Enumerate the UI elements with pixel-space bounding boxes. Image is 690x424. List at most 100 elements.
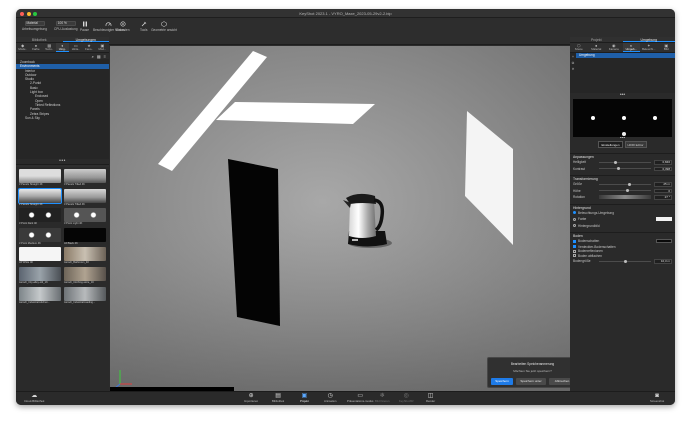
tab-backplates[interactable]: ▭ Hinte.. — [69, 43, 82, 52]
tab-environments[interactable]: ◐ Umg.. — [55, 43, 70, 52]
screenshot-button[interactable]: ◙ Screenshot — [650, 393, 664, 403]
checkbox-checked[interactable] — [573, 245, 576, 249]
cloud-library-button[interactable]: ☁ Cloud-Bibliothek — [24, 393, 44, 403]
environment-tree: Zoomback Environments Interior Outdoor S… — [16, 59, 109, 159]
thumb-item[interactable]: 3 Point Medium 4K — [19, 227, 61, 246]
thumb-item[interactable]: 3 Point Light 4K — [64, 208, 106, 226]
tools-button[interactable]: Tools — [140, 20, 147, 32]
geometry-view-button[interactable]: Geometrie ansicht — [151, 20, 177, 32]
slider-knob[interactable] — [614, 160, 618, 164]
snap-button[interactable]: Einrasten — [116, 20, 129, 32]
tab-image[interactable]: ▣ Bild — [658, 43, 676, 52]
size-slider[interactable] — [599, 182, 651, 186]
tab-material[interactable]: ● Material — [588, 43, 606, 52]
contrast-value[interactable]: 0,398 — [654, 166, 672, 171]
save-as-button[interactable]: Speichern unter — [516, 378, 546, 385]
thumb-item[interactable]: Aerodr_Bathroom_4K — [64, 247, 106, 265]
workgroup-select[interactable]: Material — [24, 21, 45, 26]
library-button[interactable]: ▤ Bibliothek — [272, 393, 284, 403]
delete-icon[interactable]: ✕ — [572, 67, 575, 71]
tab-more[interactable]: ▣ Mod... — [96, 43, 109, 52]
thumb-item[interactable]: Aerodr_Industrial-kitchen... — [19, 286, 61, 305]
header-tab-project[interactable]: Projekt — [570, 37, 623, 42]
contrast-row: Kontrast 0,398 — [570, 166, 675, 173]
thumb-item[interactable]: Aerodr_City-alley-old_1K — [19, 266, 61, 285]
hdri-editor-toggle[interactable]: HDRI Editor — [624, 141, 647, 148]
thumb-item[interactable]: Aerodr_Clothing-store_1K — [64, 266, 106, 285]
slider-knob[interactable] — [627, 182, 631, 186]
tab-textures[interactable]: ▦ Textu.. — [43, 43, 56, 52]
thumb-item[interactable]: 3 Point Dark 4K — [19, 208, 61, 226]
save-dialog: Bearbeiten Speicheranmerung Möchten Sie … — [487, 357, 578, 388]
background-option[interactable]: Hintergrundbild — [570, 223, 675, 230]
thumb-item[interactable]: All Black 4K — [64, 227, 106, 246]
render-button[interactable]: ◫ Render — [426, 393, 435, 403]
slider-knob[interactable] — [623, 259, 627, 263]
keyshotxr-button[interactable]: ◎ KeyShotXR — [399, 393, 413, 403]
thumb-caption: 3 Point Medium 4K — [19, 241, 41, 245]
height-slider[interactable] — [599, 189, 651, 193]
geometry-view-label: Geometrie ansicht — [151, 28, 177, 32]
checkbox-checked[interactable] — [573, 239, 576, 243]
tab-models[interactable]: ◆ Modu.. — [16, 43, 29, 52]
shadow-color-swatch[interactable] — [656, 239, 672, 244]
tab-environment[interactable]: ◐ Umgeb... — [622, 43, 640, 52]
checkbox[interactable] — [573, 254, 576, 258]
tree-item[interactable]: Sun & Sky — [16, 116, 109, 120]
project-button[interactable]: ▣ Projekt — [300, 393, 309, 403]
preview-handle[interactable] — [622, 132, 626, 136]
header-tab-environments[interactable]: Umgebungen — [62, 37, 109, 42]
slider-knob[interactable] — [626, 189, 630, 193]
animation-button[interactable]: ◷ Animation — [324, 393, 336, 403]
radio[interactable] — [573, 224, 576, 228]
tab-lighting[interactable]: ✦ Beleucht... — [640, 43, 658, 52]
brightness-slider[interactable] — [599, 160, 651, 164]
render-viewport[interactable]: Bearbeiten Speicheranmerung Möchten Sie … — [110, 46, 582, 392]
thumb-caption: 3 Point Dark 4K — [19, 222, 38, 226]
tab-scene[interactable]: ⬡ Szene — [570, 43, 588, 52]
thumb-item-selected[interactable]: 2 Panels Straight 4K — [18, 187, 62, 207]
cpu-select[interactable]: 100 % — [55, 21, 76, 26]
pause-button[interactable]: Pause — [80, 20, 89, 32]
thumb-image — [64, 266, 106, 281]
thumb-caption: Aerodr_Industrial-loading... — [64, 300, 96, 304]
app-window: KeyShot 2023.1 - VYRO_Maxe_2023-05-29v2-… — [16, 9, 675, 405]
save-button[interactable]: Speichern — [491, 378, 513, 385]
search-icon[interactable]: ⌕ — [92, 54, 94, 59]
header-tab-environment[interactable]: Umgebung — [622, 37, 675, 42]
thumb-item[interactable]: All White 4K — [19, 247, 61, 265]
radio-selected[interactable] — [573, 211, 576, 215]
list-view-icon[interactable]: ≡ — [104, 54, 106, 59]
header-tab-library[interactable]: Bibliothek — [16, 37, 63, 42]
height-value[interactable]: 0 — [654, 188, 672, 193]
settings-toggle[interactable]: Einstellungen — [598, 141, 623, 148]
thumb-item[interactable]: 3 Panels Straight 4K — [19, 169, 61, 187]
tab-favorites[interactable]: ★ Favo.. — [82, 43, 95, 52]
contrast-slider[interactable] — [599, 167, 651, 171]
rotation-slider[interactable] — [599, 195, 651, 200]
thumb-item[interactable]: 3 Panels Tilted 4K — [64, 188, 106, 207]
freeze-image-button[interactable]: ❄ Bild fixieren — [375, 393, 389, 403]
preview-light-dot — [622, 116, 626, 120]
environment-list-item[interactable]: Umgebung — [576, 53, 675, 58]
checkbox[interactable] — [573, 249, 576, 253]
environment-preview[interactable] — [573, 99, 672, 137]
size-value[interactable]: 25 m — [654, 182, 672, 187]
grid-view-icon[interactable]: ▦ — [97, 54, 101, 59]
tab-colors[interactable]: ● Farbe — [29, 43, 42, 52]
ground-size-value[interactable]: 10,3 m — [654, 259, 672, 264]
presentation-mode-button[interactable]: ▭ Präsentations-modus — [347, 393, 373, 403]
thumb-caption: Aerodr_Bathroom_4K — [64, 261, 90, 265]
add-icon[interactable]: + — [572, 55, 574, 59]
radio[interactable] — [573, 217, 576, 221]
duplicate-icon[interactable]: ⧉ — [572, 61, 574, 65]
color-swatch[interactable] — [656, 217, 672, 222]
tab-camera[interactable]: ◉ Kamera — [605, 43, 623, 52]
ground-size-slider[interactable] — [599, 259, 651, 263]
brightness-value[interactable]: 0,846 — [654, 160, 672, 165]
thumb-item[interactable]: Aerodr_Industrial-loading... — [64, 286, 106, 305]
thumb-item[interactable]: 3 Panels Tilted 4K — [64, 169, 106, 187]
rotation-value[interactable]: 27 ° — [654, 195, 672, 200]
slider-knob[interactable] — [617, 167, 621, 171]
import-button[interactable]: ⊕ Importieren — [244, 393, 258, 403]
